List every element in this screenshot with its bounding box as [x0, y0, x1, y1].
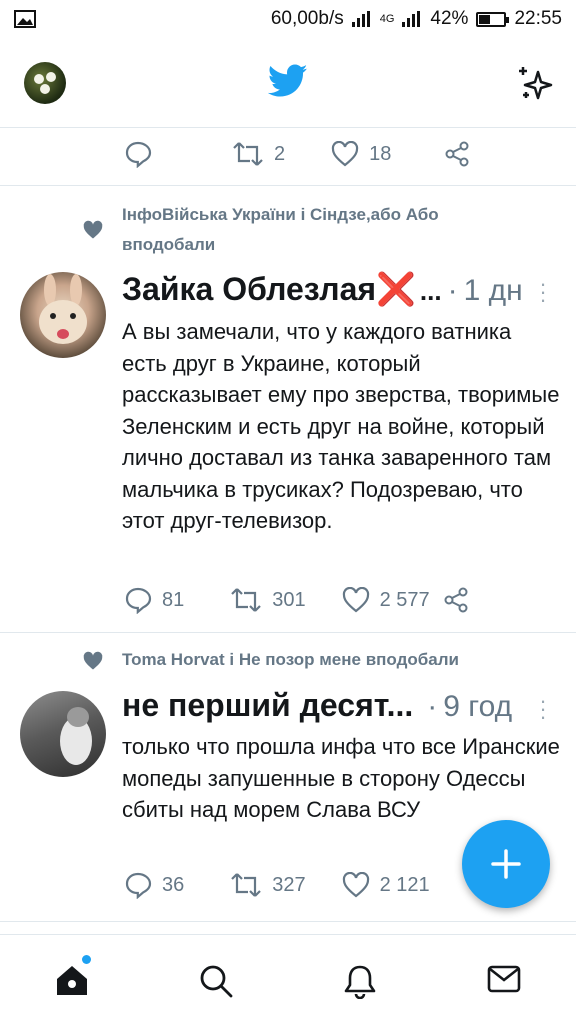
search-icon — [200, 965, 233, 998]
bottom-nav — [0, 934, 576, 1024]
more-options-button[interactable]: · · · — [538, 273, 548, 311]
clock: 22:55 — [514, 8, 562, 29]
network-type: 4G — [379, 13, 395, 25]
like-count: 18 — [369, 142, 392, 165]
retweet-count: 2 — [274, 142, 286, 165]
status-bar: 60,00b/s 4G 42% 22:55 — [0, 0, 576, 38]
like-button[interactable]: 2 121 — [342, 872, 430, 898]
signal-icon-2 — [402, 11, 421, 27]
tweet-text: А вы замечали, что у каждого ватника ест… — [122, 319, 560, 533]
share-icon — [444, 587, 468, 613]
tweet-header: Зайка Облезлая ❌ ... · 1 дн — [122, 270, 523, 308]
social-context: ІнфоВійська України і Сіндзе,або Або впо… — [122, 205, 439, 254]
reply-count: 81 — [162, 588, 185, 611]
reply-button[interactable] — [124, 140, 152, 168]
like-count: 2 577 — [379, 588, 430, 611]
compose-tweet-button[interactable] — [462, 820, 550, 908]
reply-count: 36 — [162, 873, 185, 896]
divider — [0, 921, 576, 922]
battery-icon — [476, 11, 510, 27]
heart-icon — [332, 141, 359, 167]
avatar[interactable] — [20, 272, 106, 358]
retweet-button[interactable]: 2 — [232, 141, 285, 167]
retweet-button[interactable]: 327 — [230, 872, 306, 898]
name-ellipsis: ... — [419, 276, 442, 306]
tweet-actions: 81 301 2 577 — [124, 580, 470, 620]
social-context: Toma Horvat і Не позор мене вподобали — [122, 650, 459, 669]
mail-icon — [487, 965, 521, 993]
display-name[interactable]: Зайка Облезлая — [122, 271, 376, 308]
retweet-count: 301 — [272, 588, 306, 611]
home-notification-dot — [82, 955, 91, 964]
tweet-card[interactable]: ІнфоВійська України і Сіндзе,або Або впо… — [0, 186, 576, 632]
like-button[interactable]: 2 577 — [342, 587, 430, 613]
sparkle-icon[interactable] — [516, 64, 556, 104]
nav-home[interactable] — [54, 963, 90, 1002]
nav-messages[interactable] — [486, 963, 522, 1000]
reply-icon — [125, 587, 152, 614]
retweet-icon — [231, 588, 262, 612]
app-header — [0, 38, 576, 128]
retweet-count: 327 — [272, 873, 306, 896]
cross-emoji: ❌ — [376, 271, 416, 307]
tweet-text: только что прошла инфа что все Иранские … — [122, 734, 560, 822]
prev-tweet-actions: 2 18 — [124, 134, 471, 174]
signal-icon — [351, 11, 370, 27]
liked-heart-icon — [83, 220, 103, 239]
image-notification-icon — [14, 10, 36, 28]
like-button[interactable]: 18 — [331, 141, 391, 167]
cat-avatar-icon — [60, 707, 92, 765]
retweet-icon — [231, 873, 262, 897]
battery-percent: 42% — [430, 8, 469, 29]
nav-search[interactable] — [198, 963, 234, 1004]
bunny-avatar-icon — [39, 274, 87, 344]
more-options-button[interactable]: · · · — [538, 690, 548, 728]
like-count: 2 121 — [379, 873, 430, 896]
share-button[interactable] — [443, 140, 471, 168]
heart-icon — [342, 587, 369, 613]
bell-icon — [344, 965, 376, 1000]
display-name[interactable]: не перший десят... — [122, 687, 413, 724]
share-button[interactable] — [442, 586, 470, 614]
time-separator: · — [427, 690, 438, 723]
liked-heart-icon — [83, 651, 103, 670]
reply-button[interactable]: 36 — [124, 871, 184, 899]
tweet-actions: 36 327 2 121 — [124, 865, 430, 905]
tweet-time[interactable]: 9 год — [443, 690, 512, 724]
network-speed: 60,00b/s — [270, 8, 344, 29]
time-separator: · — [447, 274, 458, 307]
nav-notifications[interactable] — [342, 963, 378, 1004]
reply-icon — [125, 141, 152, 168]
reply-icon — [125, 872, 152, 899]
tweet-header: не перший десят... · 9 год — [122, 687, 512, 724]
avatar[interactable] — [20, 691, 106, 777]
plus-icon — [491, 849, 521, 879]
twitter-bird-icon — [268, 64, 308, 97]
retweet-button[interactable]: 301 — [230, 587, 306, 613]
heart-icon — [342, 872, 369, 898]
share-icon — [445, 141, 469, 167]
reply-button[interactable]: 81 — [124, 586, 184, 614]
profile-avatar-button[interactable] — [24, 62, 66, 104]
tweet-time[interactable]: 1 дн — [464, 274, 523, 308]
home-icon — [57, 966, 87, 995]
retweet-icon — [233, 142, 263, 166]
